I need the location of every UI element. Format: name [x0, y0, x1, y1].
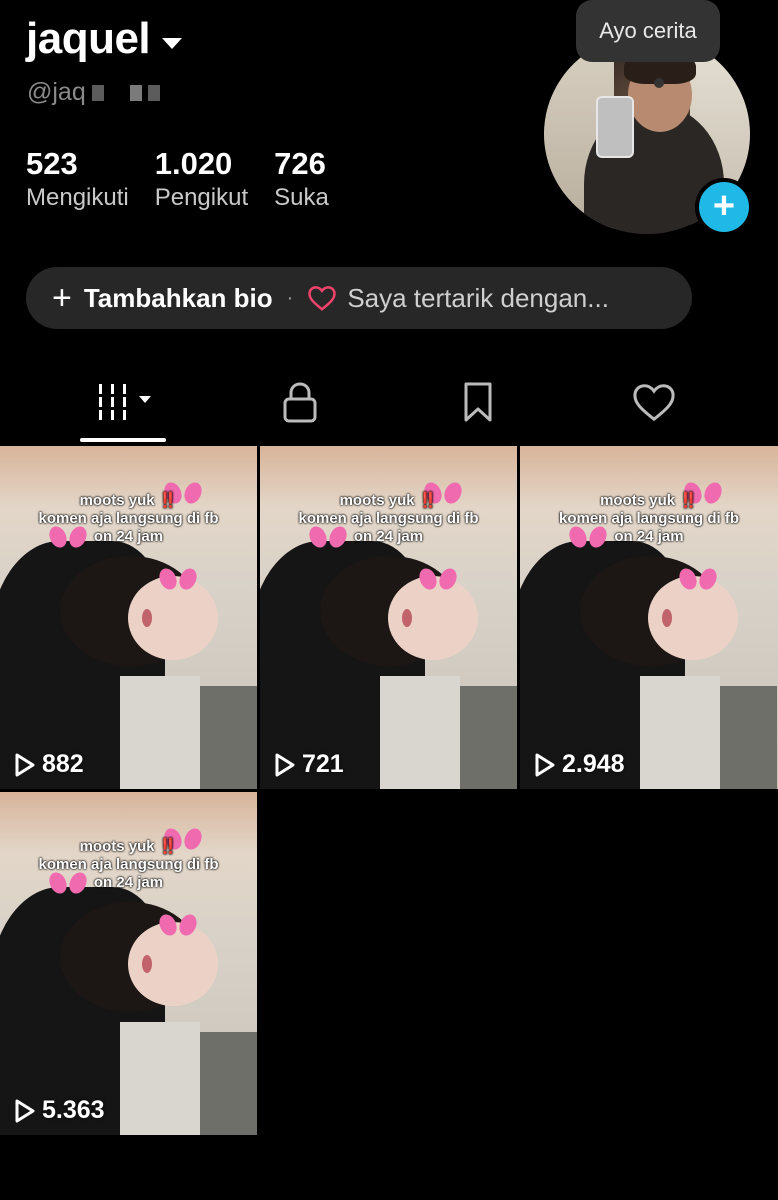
stat-following[interactable]: 523 Mengikuti — [26, 146, 129, 214]
video-thumbnail[interactable]: moots yuk ‼️ komen aja langsung di fb on… — [0, 446, 257, 789]
caption-line: on 24 jam — [353, 528, 424, 545]
caption-line: on 24 jam — [93, 874, 164, 891]
thumbnail-lip — [662, 609, 672, 627]
thumbnail-lip — [142, 609, 152, 627]
bow-icon — [160, 912, 196, 938]
story-prompt-bubble[interactable]: Ayo cerita — [576, 0, 720, 62]
play-icon — [535, 753, 555, 776]
profile-stats: 523 Mengikuti 1.020 Pengikut 726 Suka — [26, 146, 355, 214]
tab-private[interactable] — [260, 364, 340, 440]
chevron-down-icon — [139, 395, 151, 403]
stat-label: Suka — [274, 184, 329, 211]
thumbnail-shelf — [720, 686, 777, 789]
handle-text: @jaq — [27, 78, 86, 106]
stat-label: Mengikuti — [26, 184, 129, 211]
view-count: 882 — [14, 750, 84, 779]
thumbnail-shelf — [460, 686, 517, 789]
tab-saved[interactable] — [438, 364, 518, 440]
caption-line: moots yuk ‼️ — [79, 838, 178, 855]
chevron-down-icon — [162, 37, 183, 49]
plus-icon: + — [712, 184, 736, 227]
caption-line: komen aja langsung di fb — [38, 510, 219, 527]
video-thumbnail[interactable]: moots yuk ‼️ komen aja langsung di fb on… — [260, 446, 517, 789]
add-story-button[interactable]: + — [695, 178, 753, 236]
view-count-value: 2.948 — [562, 750, 625, 778]
caption-line: komen aja langsung di fb — [38, 856, 219, 873]
caption-line: moots yuk ‼️ — [600, 492, 698, 509]
username: jaquel — [26, 14, 151, 63]
bookmark-icon — [464, 382, 492, 422]
censor-block — [147, 84, 160, 101]
stat-value: 726 — [274, 146, 326, 181]
stat-value: 1.020 — [154, 146, 233, 181]
caption-line: on 24 jam — [614, 528, 684, 545]
tab-videos[interactable] — [80, 364, 166, 440]
bio-pill[interactable]: + Tambahkan bio · Saya tertarik dengan..… — [26, 267, 692, 329]
thumbnail-lip — [142, 955, 152, 973]
separator-dot: · — [286, 286, 294, 309]
censor-block — [129, 84, 142, 101]
interests-label: Saya tertarik dengan... — [347, 282, 609, 313]
user-handle: @jaq — [27, 78, 160, 107]
play-icon — [275, 753, 295, 776]
caption-line: on 24 jam — [93, 528, 164, 545]
profile-tabs — [0, 364, 778, 444]
thumbnail-door — [120, 676, 200, 789]
lock-icon — [283, 382, 317, 423]
thumbnail-door — [380, 676, 460, 789]
stat-likes[interactable]: 726 Suka — [274, 146, 329, 214]
add-bio-label: Tambahkan bio — [83, 282, 273, 313]
video-thumbnail[interactable]: moots yuk ‼️ komen aja langsung di fb on… — [520, 446, 778, 789]
video-thumbnail[interactable]: moots yuk ‼️ komen aja langsung di fb on… — [0, 792, 257, 1135]
bow-icon — [420, 566, 456, 592]
thumbnail-door — [640, 676, 720, 789]
story-prompt-text: Ayo cerita — [599, 18, 697, 43]
thumbnail-shelf — [200, 1032, 257, 1135]
caption-line: komen aja langsung di fb — [298, 510, 479, 527]
heart-outline-icon — [308, 286, 337, 311]
heart-icon — [633, 384, 675, 422]
avatar-phone — [596, 96, 634, 158]
tab-liked[interactable] — [614, 364, 694, 440]
caption-line: moots yuk ‼️ — [339, 492, 438, 509]
stat-label: Pengikut — [154, 184, 249, 211]
bow-icon — [160, 566, 196, 592]
view-count: 721 — [274, 750, 344, 779]
bubble-tail — [654, 78, 664, 88]
view-count-value: 5.363 — [42, 1096, 105, 1124]
thumbnail-shelf — [200, 686, 257, 789]
grid-icon — [99, 384, 126, 420]
stat-value: 523 — [26, 146, 78, 181]
plus-icon: + — [52, 279, 72, 317]
censor-block — [91, 84, 104, 101]
thumbnail-lip — [402, 609, 412, 627]
view-count: 2.948 — [534, 750, 625, 779]
play-icon — [15, 753, 35, 776]
thumbnail-door — [120, 1022, 200, 1135]
username-switcher[interactable]: jaquel — [26, 14, 183, 64]
caption-line: moots yuk ‼️ — [79, 492, 178, 509]
view-count: 5.363 — [14, 1096, 105, 1125]
active-tab-indicator — [80, 438, 166, 442]
bow-icon — [680, 566, 716, 592]
play-icon — [15, 1099, 35, 1122]
caption-line: komen aja langsung di fb — [558, 510, 740, 527]
view-count-value: 882 — [42, 750, 84, 778]
view-count-value: 721 — [302, 750, 344, 778]
stat-followers[interactable]: 1.020 Pengikut — [155, 146, 248, 214]
